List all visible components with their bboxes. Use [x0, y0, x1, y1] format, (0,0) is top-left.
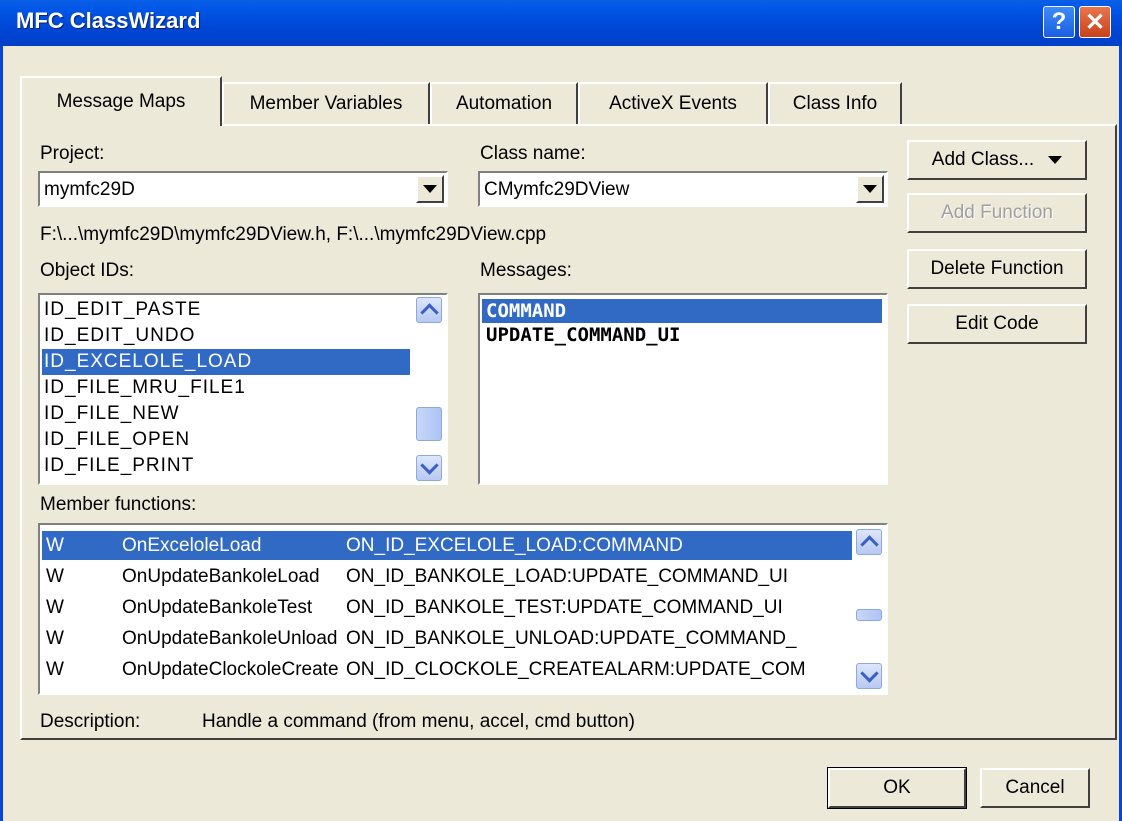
list-item-selected[interactable]: ID_EXCELOLE_LOAD — [42, 349, 410, 375]
list-item[interactable]: ID_FILE_PRINT — [42, 453, 410, 479]
row-marker: W — [46, 628, 64, 649]
row-message-map: ON_ID_EXCELOLE_LOAD:COMMAND — [346, 535, 683, 556]
list-item[interactable]: UPDATE_COMMAND_UI — [482, 323, 882, 347]
description-text: Handle a command (from menu, accel, cmd … — [202, 711, 635, 732]
row-function-name: OnExceloleLoad — [122, 535, 262, 556]
list-item[interactable]: ID_EDIT_PASTE — [42, 297, 410, 323]
add-class-button[interactable]: Add Class... — [907, 140, 1087, 180]
row-function-name: OnUpdateClockoleCreate — [122, 659, 339, 680]
mfc-classwizard-dialog: MFC ClassWizard ? ✕ Message Maps Member … — [0, 0, 1122, 821]
table-row[interactable]: W OnUpdateBankoleLoad ON_ID_BANKOLE_LOAD… — [42, 562, 852, 591]
file-path-text: F:\...\mymfc29D\mymfc29DView.h, F:\...\m… — [40, 224, 547, 245]
object-ids-label: Object IDs: — [40, 260, 134, 281]
list-item[interactable]: ID_FILE_MRU_FILE1 — [42, 375, 410, 401]
tab-message-maps[interactable]: Message Maps — [20, 76, 222, 126]
tab-activex-events[interactable]: ActiveX Events — [578, 82, 768, 124]
row-message-map: ON_ID_BANKOLE_TEST:UPDATE_COMMAND_UI — [346, 597, 783, 618]
row-marker: W — [46, 535, 64, 556]
classname-value: CMymfc29DView — [484, 179, 630, 200]
object-ids-scrollbar[interactable] — [416, 297, 442, 483]
table-row-selected[interactable]: W OnExceloleLoad ON_ID_EXCELOLE_LOAD:COM… — [42, 531, 852, 560]
row-function-name: OnUpdateBankoleUnload — [122, 628, 338, 649]
chevron-down-icon[interactable] — [416, 175, 444, 203]
chevron-down-icon — [1048, 156, 1063, 164]
tab-member-variables[interactable]: Member Variables — [222, 82, 430, 124]
scroll-thumb[interactable] — [416, 407, 442, 441]
messages-label: Messages: — [480, 260, 572, 281]
scroll-up-icon[interactable] — [856, 529, 882, 555]
row-function-name: OnUpdateBankoleTest — [122, 597, 313, 618]
row-message-map: ON_ID_CLOCKOLE_CREATEALARM:UPDATE_COM — [346, 659, 806, 680]
row-marker: W — [46, 597, 64, 618]
scroll-down-icon[interactable] — [856, 663, 882, 689]
cancel-button[interactable]: Cancel — [980, 768, 1090, 808]
member-functions-scrollbar[interactable] — [856, 527, 882, 693]
tab-class-info[interactable]: Class Info — [768, 82, 902, 124]
row-marker: W — [46, 566, 64, 587]
list-item[interactable]: ID_FILE_OPEN — [42, 427, 410, 453]
chevron-down-icon[interactable] — [856, 175, 884, 203]
classname-combo[interactable]: CMymfc29DView — [478, 171, 888, 207]
list-item-selected[interactable]: COMMAND — [482, 299, 882, 323]
project-combo[interactable]: mymfc29D — [38, 171, 448, 207]
window-title: MFC ClassWizard — [16, 8, 201, 33]
description-label: Description: — [40, 711, 141, 732]
scroll-thumb[interactable] — [856, 609, 882, 621]
tab-automation[interactable]: Automation — [430, 82, 578, 124]
list-item[interactable]: ID_EDIT_UNDO — [42, 323, 410, 349]
member-functions-label: Member functions: — [40, 494, 197, 515]
ok-button[interactable]: OK — [827, 767, 967, 809]
project-value: mymfc29D — [44, 179, 135, 200]
object-ids-listbox[interactable]: ID_EDIT_PASTE ID_EDIT_UNDO ID_EXCELOLE_L… — [38, 293, 448, 485]
messages-listbox[interactable]: COMMAND UPDATE_COMMAND_UI — [478, 293, 888, 485]
row-marker: W — [46, 659, 64, 680]
row-message-map: ON_ID_BANKOLE_UNLOAD:UPDATE_COMMAND_ — [346, 628, 797, 649]
scroll-up-icon[interactable] — [416, 297, 442, 323]
add-function-button[interactable]: Add Function — [907, 193, 1087, 233]
classname-label: Class name: — [480, 143, 586, 164]
member-functions-listbox[interactable]: W OnExceloleLoad ON_ID_EXCELOLE_LOAD:COM… — [38, 523, 888, 695]
row-function-name: OnUpdateBankoleLoad — [122, 566, 320, 587]
table-row[interactable]: W OnUpdateBankoleTest ON_ID_BANKOLE_TEST… — [42, 593, 852, 622]
scroll-down-icon[interactable] — [416, 455, 442, 481]
list-item[interactable]: ID_FILE_NEW — [42, 401, 410, 427]
add-class-label: Add Class... — [931, 149, 1035, 170]
row-message-map: ON_ID_BANKOLE_LOAD:UPDATE_COMMAND_UI — [346, 566, 789, 587]
title-bar[interactable]: MFC ClassWizard ? ✕ — [0, 0, 1122, 46]
help-icon[interactable]: ? — [1043, 6, 1075, 38]
project-label: Project: — [40, 143, 105, 164]
table-row[interactable]: W OnUpdateClockoleCreate ON_ID_CLOCKOLE_… — [42, 655, 852, 684]
edit-code-button[interactable]: Edit Code — [907, 304, 1087, 344]
close-icon[interactable]: ✕ — [1079, 6, 1111, 38]
delete-function-button[interactable]: Delete Function — [907, 249, 1087, 289]
window-frame-left — [0, 46, 3, 821]
table-row[interactable]: W OnUpdateBankoleUnload ON_ID_BANKOLE_UN… — [42, 624, 852, 653]
